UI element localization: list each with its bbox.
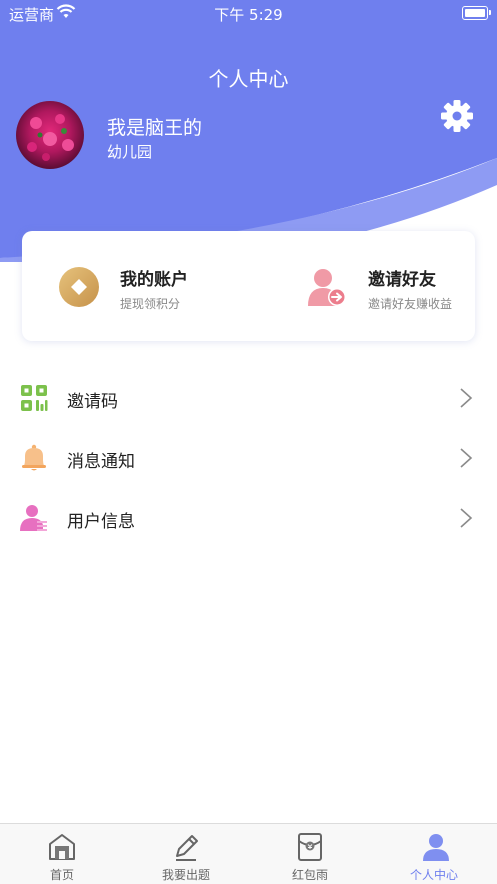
invite-friends-title: 邀请好友	[368, 270, 436, 290]
user-name: 我是脑王的	[107, 117, 203, 139]
home-icon	[49, 834, 75, 860]
user-info-icon	[20, 505, 47, 531]
my-account-title: 我的账户	[120, 270, 188, 290]
my-account-subtitle: 提现领积分	[120, 297, 181, 311]
menu-label-invite-code: 邀请码	[67, 392, 118, 412]
gear-icon[interactable]	[440, 99, 474, 133]
battery-nub	[489, 10, 491, 15]
battery-icon	[462, 6, 488, 20]
account-card: 我的账户 提现领积分 邀请好友 邀请好友赚收益	[22, 231, 475, 341]
tab-label-home: 首页	[49, 868, 74, 882]
invite-friends-button[interactable]: 邀请好友 邀请好友赚收益	[248, 231, 475, 341]
status-bar: 运营商 下午 5:29	[0, 0, 497, 26]
chevron-right-icon	[460, 508, 473, 528]
tab-label-create-question: 我要出题	[161, 868, 210, 882]
coin-icon	[59, 267, 99, 307]
menu-item-notifications[interactable]: 消息通知	[0, 428, 497, 488]
user-subtitle: 幼儿园	[107, 143, 153, 161]
person-icon	[423, 834, 449, 861]
invite-user-icon	[308, 269, 346, 306]
tab-home[interactable]: 首页	[0, 824, 124, 884]
tab-create-question[interactable]: 我要出题	[124, 824, 248, 884]
tab-profile[interactable]: 个人中心	[372, 824, 496, 884]
status-time: 下午 5:29	[214, 6, 283, 24]
invite-friends-subtitle: 邀请好友赚收益	[368, 297, 453, 311]
menu-label-user-info: 用户信息	[67, 512, 135, 532]
avatar[interactable]	[16, 101, 84, 169]
my-account-button[interactable]: 我的账户 提现领积分	[22, 231, 248, 341]
red-envelope-icon	[298, 833, 322, 861]
tab-bar: 首页 我要出题 红包雨 个人中心	[0, 823, 497, 884]
chevron-right-icon	[460, 448, 473, 468]
bell-icon	[22, 444, 46, 471]
qr-code-icon	[21, 385, 48, 411]
menu-item-invite-code[interactable]: 邀请码	[0, 368, 497, 428]
tab-label-profile: 个人中心	[409, 868, 458, 882]
menu-item-user-info[interactable]: 用户信息	[0, 488, 497, 548]
chevron-right-icon	[460, 388, 473, 408]
pencil-icon	[176, 835, 198, 861]
tab-red-envelope[interactable]: 红包雨	[248, 824, 372, 884]
menu-label-notifications: 消息通知	[67, 452, 135, 472]
page-title: 个人中心	[208, 67, 289, 91]
tab-label-red-envelope: 红包雨	[291, 868, 328, 882]
